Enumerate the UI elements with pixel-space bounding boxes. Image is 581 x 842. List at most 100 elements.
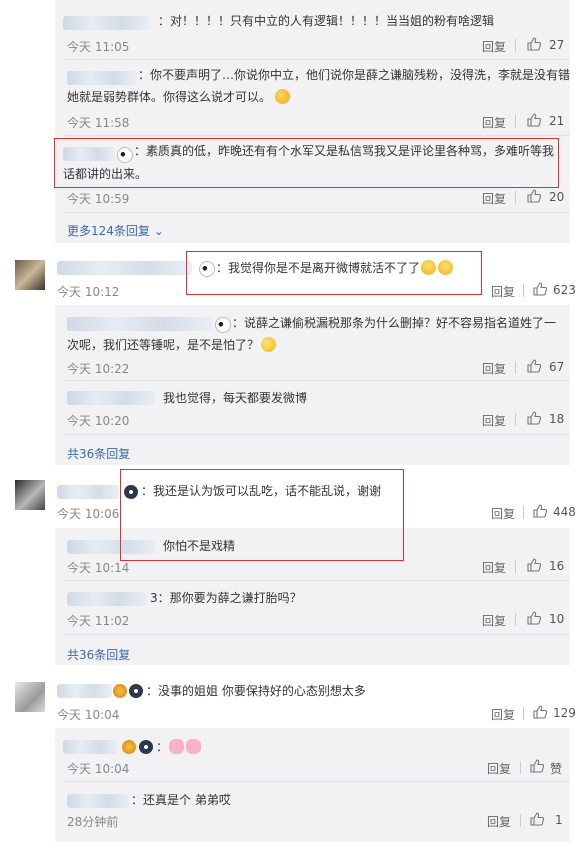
like-count: 67 xyxy=(549,360,565,374)
comment-time: 今天 10:14 xyxy=(67,561,130,575)
reply-button[interactable]: 回复 xyxy=(491,505,515,522)
divider xyxy=(515,613,516,626)
more-replies-link[interactable]: 更多124条回复 ⌄ xyxy=(67,222,164,239)
comment-text-line2: 她就是弱势群体。你得这么说才可以。 xyxy=(67,87,291,108)
comment-text-line2-content: 次呢，我们还等锤呢，是不是怕了？ xyxy=(67,338,260,352)
like-count: 10 xyxy=(549,612,565,626)
row-divider xyxy=(63,212,570,213)
row-divider xyxy=(63,434,570,435)
comment-text: 3：那你要为薛之谦打胎吗？ xyxy=(150,588,302,609)
thumbs-up-icon[interactable] xyxy=(526,36,542,52)
badge-icon xyxy=(122,740,136,754)
more-replies-link[interactable]: 共36条回复 xyxy=(67,445,130,462)
comment-text-content: ：那你要为薛之谦打胎吗？ xyxy=(157,591,302,605)
comment-time: 今天 11:02 xyxy=(67,614,130,628)
divider xyxy=(515,413,516,426)
blurred-username xyxy=(63,16,151,30)
thumbs-up-icon[interactable] xyxy=(532,281,548,297)
comment-time: 今天 10:06 xyxy=(57,507,120,521)
highlight-box xyxy=(120,469,404,561)
divider xyxy=(523,284,524,297)
pig-emoji-icon xyxy=(186,739,202,754)
reply-button[interactable]: 回复 xyxy=(491,706,515,723)
chevron-down-icon: ⌄ xyxy=(153,224,164,238)
row-divider xyxy=(63,634,570,635)
blurred-username xyxy=(67,71,137,85)
row-divider xyxy=(63,380,570,381)
reply-button[interactable]: 回复 xyxy=(482,114,506,131)
thumbs-up-icon[interactable] xyxy=(529,811,545,827)
like-count: 16 xyxy=(549,559,565,573)
thumbs-up-icon[interactable] xyxy=(526,610,542,626)
wink-emoji-icon xyxy=(261,337,277,352)
thumbs-up-icon[interactable] xyxy=(526,188,542,204)
like-count: 21 xyxy=(549,114,565,128)
blurred-username xyxy=(67,317,212,331)
divider xyxy=(523,506,524,519)
comment-time: 今天 10:59 xyxy=(67,192,130,206)
more-replies-link[interactable]: 共36条回复 xyxy=(67,646,130,663)
comment-text-line2: 次呢，我们还等锤呢，是不是怕了？ xyxy=(67,335,277,356)
comment-text-line1: ：你不要声明了…你说你中立，他们说你是薛之谦脑残粉，没得洗，李就是没有错 xyxy=(138,68,571,82)
like-count: 20 xyxy=(549,190,565,204)
reply-button[interactable]: 回复 xyxy=(482,360,506,377)
film-reel-icon xyxy=(129,684,143,698)
reply-button[interactable]: 回复 xyxy=(487,760,511,777)
row-divider xyxy=(63,580,570,581)
thumbs-up-icon[interactable] xyxy=(532,704,548,720)
blurred-username xyxy=(63,740,118,754)
like-count: 赞 xyxy=(550,762,563,776)
comment-text-line1: ：说薛之谦偷税漏税那条为什么删掉？好不容易指名道姓了一 xyxy=(232,316,557,330)
blurred-username xyxy=(57,485,119,499)
divider xyxy=(515,560,516,573)
avatar[interactable] xyxy=(15,480,45,510)
divider xyxy=(515,115,516,128)
laughing-emoji-icon xyxy=(275,89,291,104)
like-count: 27 xyxy=(549,38,565,52)
divider xyxy=(515,39,516,52)
reply-button[interactable]: 回复 xyxy=(482,412,506,429)
divider xyxy=(515,191,516,204)
row-divider xyxy=(63,135,570,136)
comment-time: 今天 11:05 xyxy=(67,40,130,54)
avatar[interactable] xyxy=(15,682,45,712)
like-count: 1 xyxy=(555,813,563,827)
comment-text: 我也觉得，每天都要发微博 xyxy=(163,391,308,405)
comment-text-line2-content: 她就是弱势群体。你得这么说才可以。 xyxy=(67,90,272,104)
comment-text: ：还真是个 弟弟哎 xyxy=(131,793,231,807)
comment-time: 今天 10:04 xyxy=(57,708,120,722)
comment-text: ：没事的姐姐 你要保持好的心态别想太多 xyxy=(146,684,366,698)
blurred-username xyxy=(57,684,112,698)
thumbs-up-icon[interactable] xyxy=(532,503,548,519)
thumbs-up-icon[interactable] xyxy=(526,112,542,128)
film-reel-icon xyxy=(139,740,153,754)
thumbs-up-icon[interactable] xyxy=(526,557,542,573)
comment-time: 今天 10:12 xyxy=(57,285,120,299)
pig-emoji-icon xyxy=(169,739,185,754)
divider xyxy=(515,361,516,374)
highlight-box xyxy=(186,251,482,295)
reply-button[interactable]: 回复 xyxy=(482,38,506,55)
panda-icon xyxy=(215,317,231,333)
thumbs-up-icon[interactable] xyxy=(529,758,545,774)
reply-button[interactable]: 回复 xyxy=(482,190,506,207)
divider xyxy=(523,707,524,720)
divider xyxy=(520,814,521,827)
comment-time: 今天 10:22 xyxy=(67,362,130,376)
thumbs-up-icon[interactable] xyxy=(526,410,542,426)
like-count: 623 xyxy=(553,283,576,297)
reply-button[interactable]: 回复 xyxy=(482,559,506,576)
comment-text: ： xyxy=(156,737,202,758)
reply-button[interactable]: 回复 xyxy=(491,283,515,300)
blurred-username xyxy=(67,391,155,405)
comment-time: 今天 11:58 xyxy=(67,116,130,130)
blurred-username xyxy=(67,592,147,606)
username-suffix: 3 xyxy=(150,591,158,605)
thumbs-up-icon[interactable] xyxy=(526,358,542,374)
reply-button[interactable]: 回复 xyxy=(487,813,511,830)
avatar[interactable] xyxy=(15,260,45,290)
like-count: 129 xyxy=(553,706,576,720)
reply-button[interactable]: 回复 xyxy=(482,612,506,629)
like-count: 18 xyxy=(549,412,565,426)
more-replies-label: 更多124条回复 xyxy=(67,224,150,238)
